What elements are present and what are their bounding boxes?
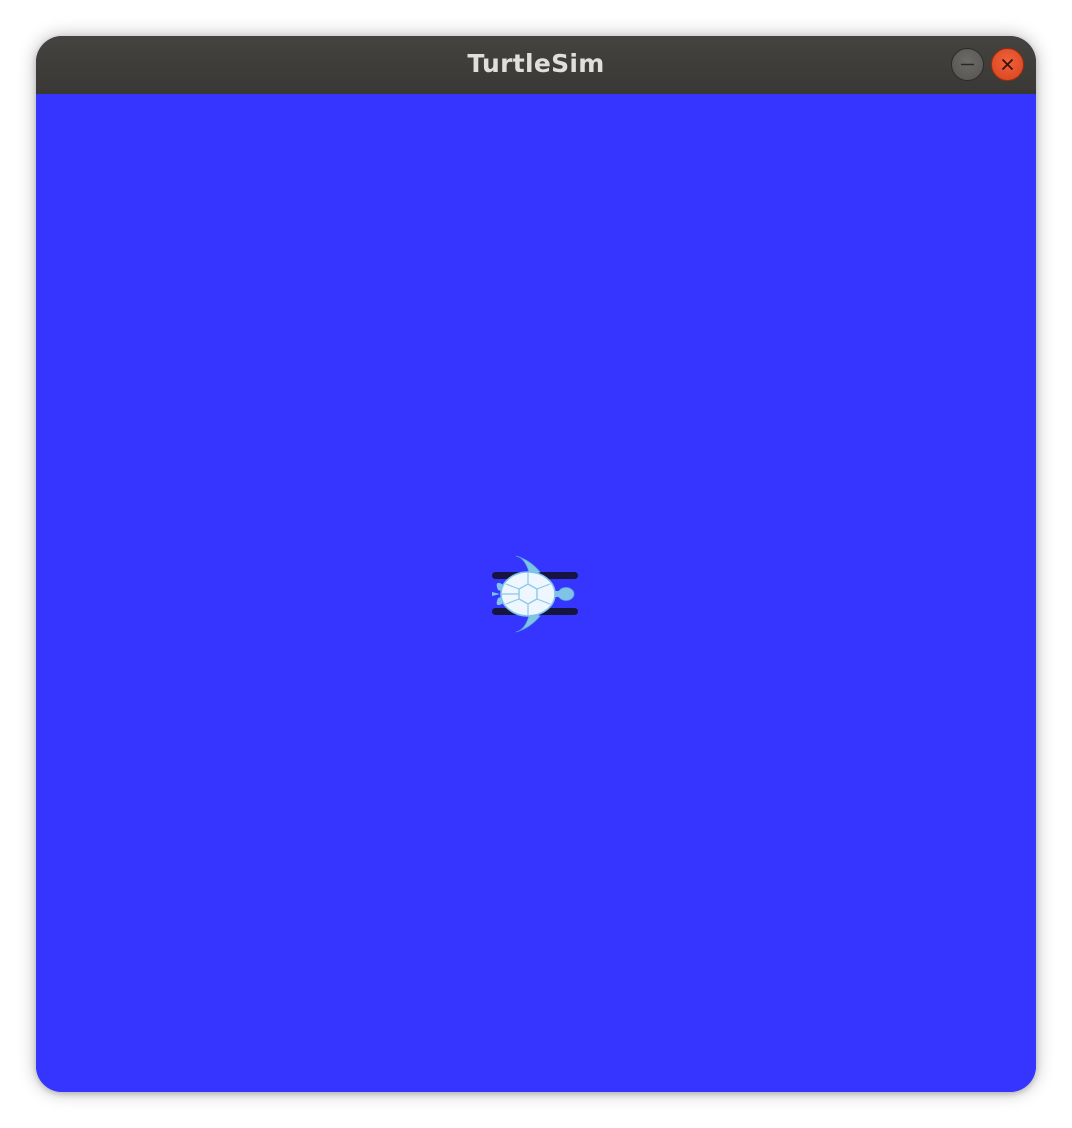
- window-title: TurtleSim: [467, 49, 605, 78]
- title-bar[interactable]: TurtleSim: [36, 36, 1036, 95]
- close-icon: [1001, 58, 1014, 71]
- minimize-button[interactable]: [951, 48, 984, 81]
- minimize-icon: [961, 63, 974, 66]
- turtle-canvas: [36, 94, 1036, 1092]
- turtle-icon: [492, 555, 578, 633]
- close-button[interactable]: [991, 48, 1024, 81]
- turtlesim-window: TurtleSim: [36, 36, 1036, 1092]
